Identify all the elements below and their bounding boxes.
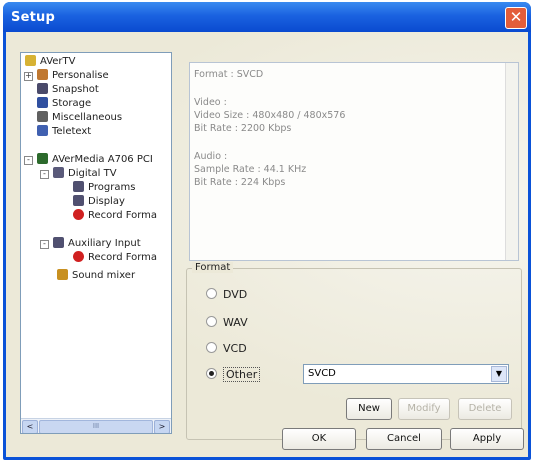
tree-item-label: Snapshot — [52, 84, 99, 95]
tree-item-auxiliary-input[interactable]: Auxiliary Input — [53, 237, 141, 251]
radio-vcd[interactable]: VCD — [206, 342, 247, 355]
close-button[interactable]: ✕ — [505, 7, 527, 29]
scroll-left-icon[interactable]: < — [22, 420, 38, 433]
setup-window: Setup ✕ + - - - AVerTV Personalise Snaps… — [3, 2, 531, 460]
radio-label: VCD — [223, 342, 247, 355]
record-icon — [73, 251, 84, 262]
tree-item-miscellaneous[interactable]: Miscellaneous — [37, 111, 122, 125]
radio-label: DVD — [223, 288, 248, 301]
radio-dvd[interactable]: DVD — [206, 288, 247, 301]
apply-button[interactable]: Apply — [450, 428, 524, 450]
info-sample-rate: Sample Rate : 44.1 KHz — [194, 164, 307, 175]
scroll-thumb[interactable]: III — [39, 420, 153, 433]
tree-item-record-format-digital[interactable]: Record Forma — [73, 209, 157, 223]
pci-card-icon — [37, 153, 48, 164]
tree-item-programs[interactable]: Programs — [73, 181, 135, 195]
aver-logo-icon — [25, 55, 36, 66]
digital-tv-icon — [53, 167, 64, 178]
tree-item-label: Record Forma — [88, 210, 158, 221]
tree-item-label: Auxiliary Input — [68, 238, 141, 249]
tree-item-avermedia-a706[interactable]: AVerMedia A706 PCI — [37, 153, 153, 167]
tree-horizontal-scrollbar[interactable]: < III > — [21, 418, 171, 433]
ok-button[interactable]: OK — [282, 428, 356, 450]
select-value: SVCD — [308, 368, 336, 379]
scroll-grip: III — [92, 422, 100, 430]
teletext-icon — [37, 125, 48, 136]
modify-button[interactable]: Modify — [398, 398, 450, 420]
radio-button-selected-icon — [206, 368, 217, 379]
disk-icon — [37, 97, 48, 108]
personalise-icon — [37, 69, 48, 80]
tree-item-label: Digital TV — [68, 168, 117, 179]
info-vertical-scrollbar[interactable] — [505, 63, 518, 260]
dialog-body: + - - - AVerTV Personalise Snapshot Stor… — [6, 32, 528, 457]
radio-wav[interactable]: WAV — [206, 316, 248, 329]
tree-item-label: Storage — [52, 98, 92, 109]
tree-item-label: Sound mixer — [72, 270, 136, 281]
tree-item-label: AVerTV — [40, 56, 76, 67]
collapse-avermedia-icon[interactable]: - — [24, 156, 33, 165]
tree-item-snapshot[interactable]: Snapshot — [37, 83, 99, 97]
tree-item-label: AVerMedia A706 PCI — [52, 154, 153, 165]
radio-other[interactable]: Other — [206, 367, 261, 382]
sound-mixer-icon — [57, 269, 68, 280]
delete-button[interactable]: Delete — [458, 398, 512, 420]
title-bar[interactable]: Setup ✕ — [3, 2, 531, 32]
window-title: Setup — [11, 10, 55, 25]
info-format-line: Format : SVCD — [194, 69, 264, 80]
tree-item-digital-tv[interactable]: Digital TV — [53, 167, 117, 181]
record-icon — [73, 209, 84, 220]
camera-icon — [37, 83, 48, 94]
display-icon — [73, 195, 84, 206]
info-video-header: Video : — [194, 97, 227, 108]
tree-item-sound-mixer[interactable]: Sound mixer — [57, 269, 135, 283]
tree-item-label: Display — [88, 196, 125, 207]
tree-item-record-format-aux[interactable]: Record Forma — [73, 251, 157, 265]
radio-button-icon — [206, 288, 217, 299]
tree-item-avertv[interactable]: AVerTV — [25, 55, 75, 69]
programs-icon — [73, 181, 84, 192]
tree-item-display[interactable]: Display — [73, 195, 125, 209]
info-video-bitrate: Bit Rate : 2200 Kbps — [194, 123, 292, 134]
radio-label: Other — [223, 367, 261, 382]
collapse-aux-input-icon[interactable]: - — [40, 240, 49, 249]
tree-item-personalise[interactable]: Personalise — [37, 69, 109, 83]
collapse-digital-tv-icon[interactable]: - — [40, 170, 49, 179]
info-audio-header: Audio : — [194, 151, 228, 162]
cancel-button[interactable]: Cancel — [366, 428, 442, 450]
info-video-size: Video Size : 480x480 / 480x576 — [194, 110, 346, 121]
tools-icon — [37, 111, 48, 122]
tree-item-storage[interactable]: Storage — [37, 97, 91, 111]
tree-item-teletext[interactable]: Teletext — [37, 125, 91, 139]
chevron-down-icon[interactable]: ▼ — [491, 366, 507, 382]
other-format-select[interactable]: SVCD ▼ — [303, 364, 509, 384]
tree-item-label: Record Forma — [88, 252, 158, 263]
format-info-box[interactable]: Format : SVCD Video : Video Size : 480x4… — [189, 62, 519, 261]
expand-personalise-icon[interactable]: + — [24, 72, 33, 81]
radio-label: WAV — [223, 316, 248, 329]
tree-item-label: Teletext — [52, 126, 92, 137]
info-audio-bitrate: Bit Rate : 224 Kbps — [194, 177, 286, 188]
scroll-right-icon[interactable]: > — [154, 420, 170, 433]
tree-item-label: Personalise — [52, 70, 109, 81]
aux-input-icon — [53, 237, 64, 248]
format-group-label: Format — [192, 262, 234, 273]
tree-item-label: Miscellaneous — [52, 112, 123, 123]
tree-item-label: Programs — [88, 182, 136, 193]
radio-button-icon — [206, 316, 217, 327]
new-button[interactable]: New — [346, 398, 392, 420]
close-icon: ✕ — [509, 8, 523, 26]
settings-tree[interactable]: + - - - AVerTV Personalise Snapshot Stor… — [20, 52, 172, 434]
radio-button-icon — [206, 342, 217, 353]
